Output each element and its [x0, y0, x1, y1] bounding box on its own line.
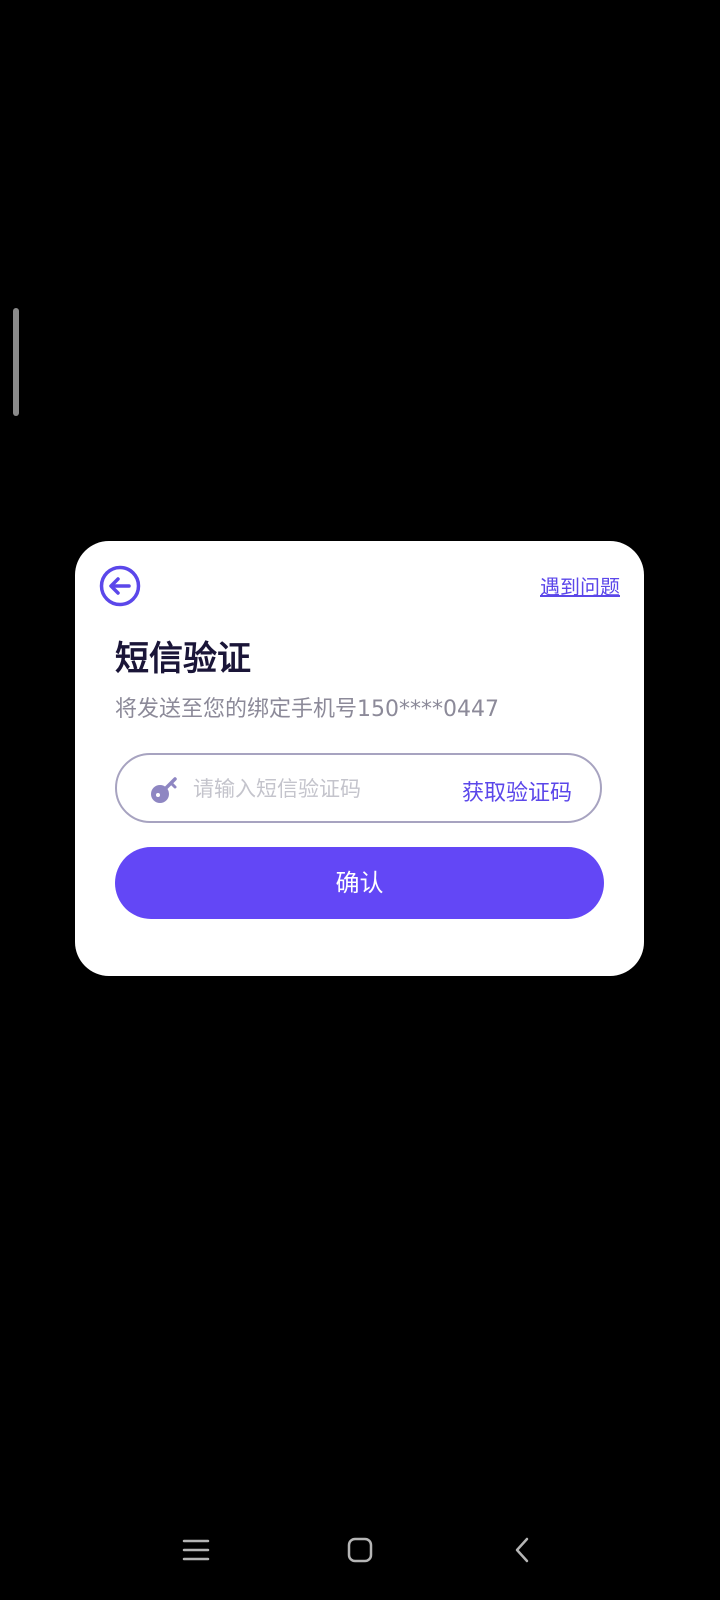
- rounded-square-icon: [347, 1537, 373, 1563]
- help-link[interactable]: 遇到问题: [540, 571, 620, 600]
- recents-button[interactable]: [166, 1528, 226, 1572]
- nav-back-button[interactable]: [492, 1528, 552, 1572]
- back-button[interactable]: [99, 565, 141, 607]
- verification-code-field[interactable]: 获取验证码: [115, 753, 602, 823]
- dialog-subtitle: 将发送至您的绑定手机号150****0447: [115, 697, 499, 722]
- verification-code-input[interactable]: [193, 769, 433, 809]
- dialog-title: 短信验证: [115, 639, 251, 679]
- screen: 遇到问题 短信验证 将发送至您的绑定手机号150****0447 获取验证码 确…: [0, 0, 720, 1600]
- sms-verification-dialog: 遇到问题 短信验证 将发送至您的绑定手机号150****0447 获取验证码 确…: [75, 541, 644, 976]
- menu-lines-icon: [182, 1539, 210, 1561]
- navigation-bar: [0, 1520, 720, 1600]
- scroll-indicator[interactable]: [13, 308, 19, 416]
- arrow-left-circle-icon: [99, 565, 141, 607]
- get-code-button[interactable]: 获取验证码: [462, 775, 572, 807]
- key-icon: [151, 777, 177, 803]
- chevron-left-icon: [515, 1537, 529, 1563]
- home-button[interactable]: [330, 1528, 390, 1572]
- confirm-button[interactable]: 确认: [115, 847, 604, 919]
